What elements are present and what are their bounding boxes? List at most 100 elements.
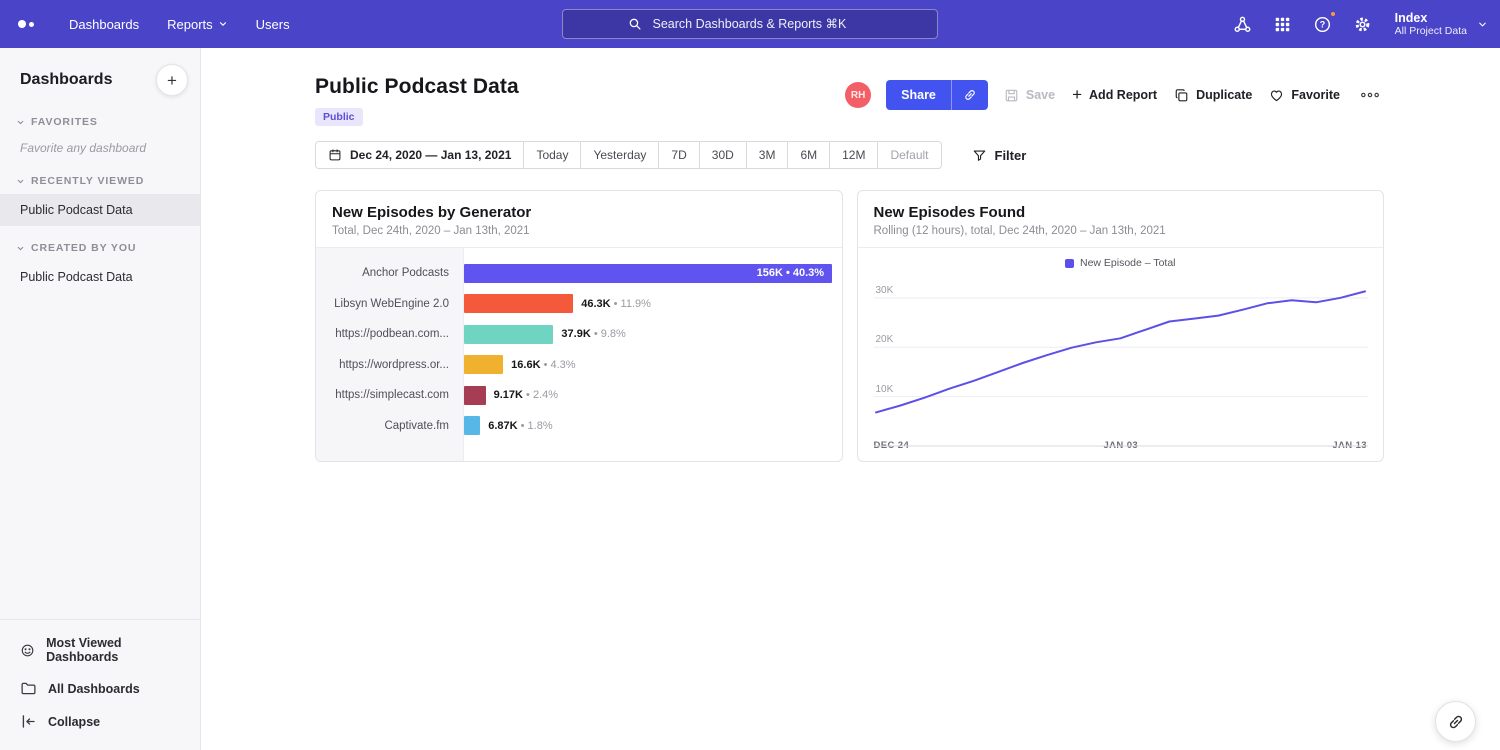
search-bar[interactable] [562,9,938,39]
nav-right: ? Index All Project Data [1227,0,1488,48]
project-picker[interactable]: Index All Project Data [1395,11,1488,37]
notification-badge [1329,10,1337,18]
date-presets: TodayYesterday7D30D3M6M12MDefault [524,142,940,168]
calendar-icon [328,148,342,162]
bar-value-label: 16.6K • 4.3% [511,359,575,371]
line-chart-card: New Episodes Found Rolling (12 hours), t… [857,190,1385,462]
section-label: RECENTLY VIEWED [31,175,144,187]
bar-chart-card: New Episodes by Generator Total, Dec 24t… [315,190,843,462]
add-report-button[interactable]: + Add Report [1071,84,1158,107]
share-button[interactable]: Share [886,80,951,110]
footer-item-all-dashboards[interactable]: All Dashboards [0,672,200,705]
search-input[interactable] [651,16,873,32]
filter-button[interactable]: Filter [972,148,1027,163]
bar-row: 9.17K • 2.4% [464,380,842,411]
top-nav: Dashboards Reports Users ? Index All Proje… [0,0,1500,48]
chevron-down-icon [16,118,25,127]
bar-value-label: 46.3K • 11.9% [581,298,651,310]
search-icon [628,17,642,31]
link-icon [1447,713,1465,731]
collapse-icon [20,713,37,730]
chevron-down-icon [218,19,228,29]
toolbar: Dec 24, 2020 — Jan 13, 2021 TodayYesterd… [201,126,1500,169]
sidebar-footer: Most Viewed DashboardsAll DashboardsColl… [0,619,200,750]
nav-item-users[interactable]: Users [245,11,301,38]
bar-row: 46.3K • 11.9% [464,289,842,320]
bar-row: 156K • 40.3% [464,258,842,289]
y-axis-tick-label: 10K [876,384,894,395]
line-series[interactable] [876,291,1365,412]
date-range-label: Dec 24, 2020 — Jan 13, 2021 [350,148,511,162]
bar-https-podbean-com[interactable] [464,325,553,344]
preset-today[interactable]: Today [524,142,581,168]
preset-default[interactable]: Default [878,142,940,168]
integrations-button[interactable] [1227,8,1259,40]
y-axis-tick-label: 30K [876,285,894,296]
sidebar-item-public-podcast-data[interactable]: Public Podcast Data [0,194,200,226]
filter-label: Filter [995,148,1027,163]
visibility-badge: Public [315,108,363,126]
nav-item-label: Reports [167,17,213,32]
card-title: New Episodes Found [874,204,1368,221]
bar-category-label: https://simplecast.com [316,380,463,411]
title-block: Public Podcast Data Public [315,75,519,126]
bar-anchor-podcasts[interactable]: 156K • 40.3% [464,264,832,283]
bar-https-simplecast-com[interactable] [464,386,486,405]
bar-row: 37.9K • 9.8% [464,319,842,350]
legend-swatch [1065,259,1074,268]
bar-captivate-fm[interactable] [464,416,480,435]
bar-category-label: https://podbean.com... [316,319,463,350]
date-controls: Dec 24, 2020 — Jan 13, 2021 TodayYesterd… [315,141,942,169]
bar-value-label: 37.9K • 9.8% [561,328,625,340]
main-content: Public Podcast Data Public RH Share Save… [201,48,1500,750]
apps-grid-icon [1274,16,1291,33]
preset-6m[interactable]: 6M [788,142,830,168]
settings-button[interactable] [1347,8,1379,40]
nav-item-dashboards[interactable]: Dashboards [58,11,150,38]
favorite-button[interactable]: Favorite [1268,84,1341,107]
most-viewed-icon [20,642,35,659]
app-logo[interactable] [18,20,34,28]
section-header-recently-viewed[interactable]: RECENTLY VIEWED [0,159,200,194]
help-button[interactable]: ? [1307,8,1339,40]
bar-chart-plot: 156K • 40.3% 46.3K • 11.9% 37.9K • 9.8% 16.… [464,248,842,461]
all-dashboards-icon [20,680,37,697]
bar-category-label: Anchor Podcasts [316,258,463,289]
more-options-button[interactable] [1356,85,1384,105]
section-header-created-by-you[interactable]: CREATED BY YOU [0,226,200,261]
preset-3m[interactable]: 3M [747,142,789,168]
bar-https-wordpress-or[interactable] [464,355,503,374]
settings-gear-icon [1353,15,1372,34]
avatar[interactable]: RH [845,82,871,108]
section-header-favorites[interactable]: FAVORITES [0,100,200,135]
duplicate-button[interactable]: Duplicate [1173,84,1253,107]
sidebar-item-public-podcast-data[interactable]: Public Podcast Data [0,261,200,293]
date-range-button[interactable]: Dec 24, 2020 — Jan 13, 2021 [316,142,524,168]
footer-item-most-viewed-dashboards[interactable]: Most Viewed Dashboards [0,628,200,672]
add-dashboard-button[interactable]: + [156,64,188,96]
preset-30d[interactable]: 30D [700,142,747,168]
preset-12m[interactable]: 12M [830,142,878,168]
preset-7d[interactable]: 7D [659,142,699,168]
sidebar-title: Dashboards [20,71,112,89]
plus-icon: + [1072,86,1082,103]
preset-yesterday[interactable]: Yesterday [581,142,659,168]
bar-libsyn-webengine-2-0[interactable] [464,294,573,313]
share-link-fab[interactable] [1435,701,1476,742]
save-label: Save [1026,88,1055,102]
help-icon: ? [1313,15,1332,34]
chart-legend: New Episode – Total [858,248,1384,270]
duplicate-icon [1174,88,1189,103]
project-name: Index [1395,11,1467,25]
header-actions: RH Share Save + Add Report Duplicate [845,80,1384,110]
nav-item-reports[interactable]: Reports [156,11,239,38]
apps-grid-button[interactable] [1267,8,1299,40]
sidebar-sections: FAVORITESFavorite any dashboard RECENTLY … [0,100,200,293]
bar-category-label: https://wordpress.or... [316,350,463,381]
empty-hint: Favorite any dashboard [0,135,200,159]
footer-item-collapse[interactable]: Collapse [0,705,200,738]
legend-label: New Episode – Total [1080,257,1176,269]
share-link-button[interactable] [951,80,988,110]
section-label: CREATED BY YOU [31,242,136,254]
save-button[interactable]: Save [1003,84,1056,107]
